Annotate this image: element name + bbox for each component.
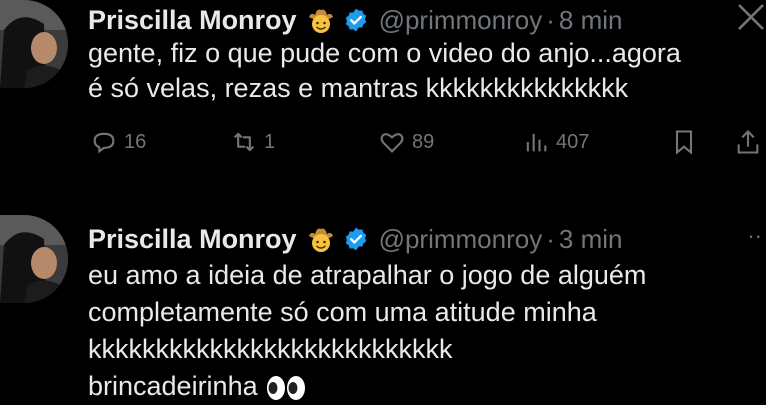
cowboy-face-emoji-icon xyxy=(308,228,333,252)
like-count: 89 xyxy=(412,130,435,153)
bookmark-icon xyxy=(675,130,693,155)
heart-icon xyxy=(380,133,404,153)
verified-badge-icon xyxy=(345,8,366,32)
tweet-text-word: brincadeirinha xyxy=(88,371,258,401)
tweet-text-line: eu amo a ideia de atrapalhar o jogo de a… xyxy=(88,260,647,290)
avatar[interactable] xyxy=(0,215,68,303)
timestamp[interactable]: 8 min xyxy=(559,5,623,36)
reply-count: 16 xyxy=(124,130,147,153)
tweet-text-line: é só velas, rezas e mantras kkkkkkkkkkkk… xyxy=(88,73,629,103)
tweet-text: gente, fiz o que pude com o video do anj… xyxy=(88,36,764,106)
views-icon xyxy=(526,133,547,152)
reply-button[interactable]: 16 xyxy=(90,128,146,156)
author-handle[interactable]: @primmonroy xyxy=(379,5,543,36)
author-name[interactable]: Priscilla Monroy xyxy=(88,224,297,255)
separator-dot: · xyxy=(546,223,555,254)
more-options-button[interactable]: ·· xyxy=(747,223,762,249)
reply-icon xyxy=(93,132,115,154)
views-button[interactable]: 407 xyxy=(522,128,589,156)
tweet-text-line-last: brincadeirinha xyxy=(88,368,764,405)
cowboy-face-emoji-icon xyxy=(308,9,333,33)
share-icon xyxy=(737,130,759,154)
views-count: 407 xyxy=(556,130,590,153)
tweet-2[interactable]: Priscilla Monroy @primmonroy · 3 min ·· … xyxy=(0,205,766,401)
x-logo-icon[interactable] xyxy=(736,2,766,32)
timestamp[interactable]: 3 min xyxy=(559,224,623,255)
author-name[interactable]: Priscilla Monroy xyxy=(88,5,297,36)
retweet-icon xyxy=(233,132,255,152)
tweet-text: eu amo a ideia de atrapalhar o jogo de a… xyxy=(88,257,764,405)
tweet-1[interactable]: Priscilla Monroy @primmonroy · 8 min gen… xyxy=(0,0,766,200)
retweet-count: 1 xyxy=(264,130,276,153)
separator-dot: · xyxy=(546,4,555,35)
tweet-text-line: kkkkkkkkkkkkkkkkkkkkkkkkkkk xyxy=(88,334,453,364)
tweet-actions: 16 1 89 407 xyxy=(88,128,766,168)
tweet-text-line: gente, fiz o que pude com o video do anj… xyxy=(88,38,681,68)
avatar[interactable] xyxy=(0,0,68,88)
share-button[interactable] xyxy=(734,128,766,156)
verified-badge-icon xyxy=(345,227,366,251)
tweet-text-line: completamente só com uma atitude minha xyxy=(88,297,597,327)
bookmark-button[interactable] xyxy=(670,128,704,156)
author-handle[interactable]: @primmonroy xyxy=(379,224,543,255)
like-button[interactable]: 89 xyxy=(378,128,434,156)
eyes-emoji-icon xyxy=(266,375,305,400)
retweet-button[interactable]: 1 xyxy=(230,128,275,156)
